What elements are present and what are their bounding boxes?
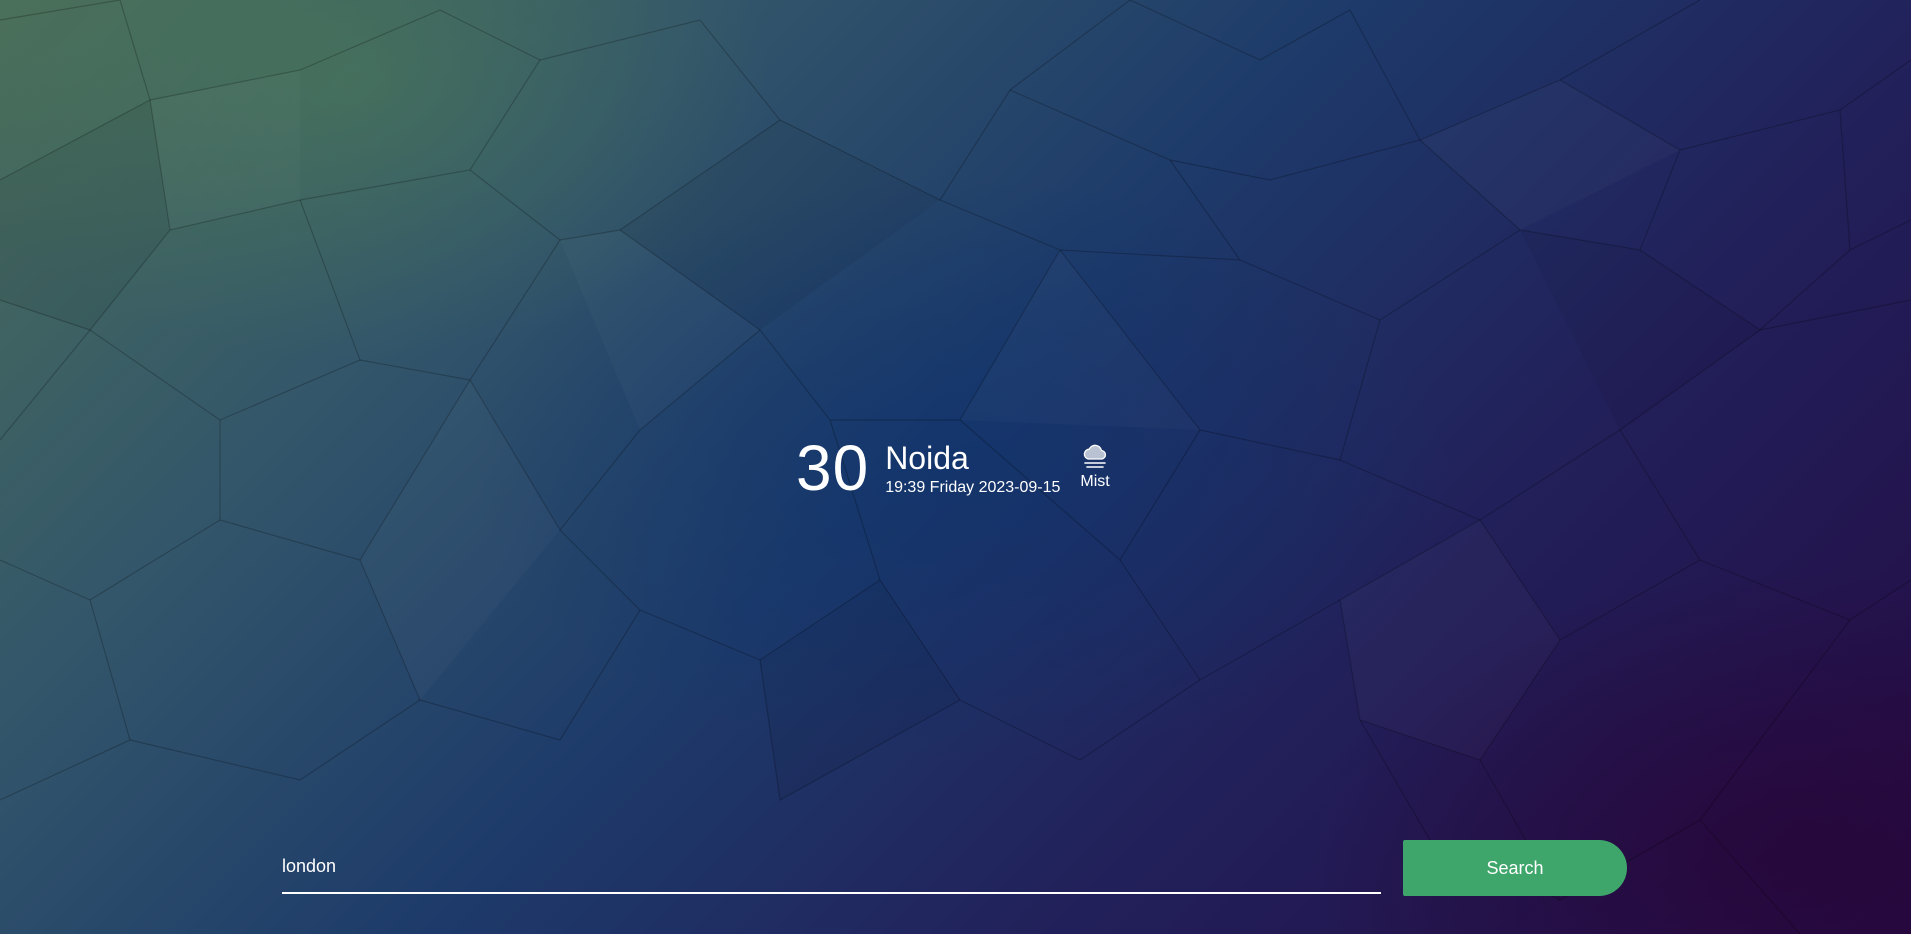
- search-button[interactable]: Search: [1403, 840, 1627, 896]
- city-name: Noida: [885, 440, 969, 476]
- temperature: 30: [796, 432, 870, 504]
- search-input[interactable]: [282, 840, 1381, 894]
- weather-panel: 30 Noida 19:39 Friday 2023-09-15 Mist: [796, 432, 1110, 504]
- search-bar: Search: [282, 840, 1627, 896]
- mist-cloud-icon: [1084, 444, 1107, 468]
- condition-label: Mist: [1080, 473, 1110, 490]
- location-block: Noida 19:39 Friday 2023-09-15: [885, 440, 1060, 498]
- condition-block: Mist: [1080, 444, 1110, 492]
- date-time: 19:39 Friday 2023-09-15: [885, 479, 1061, 496]
